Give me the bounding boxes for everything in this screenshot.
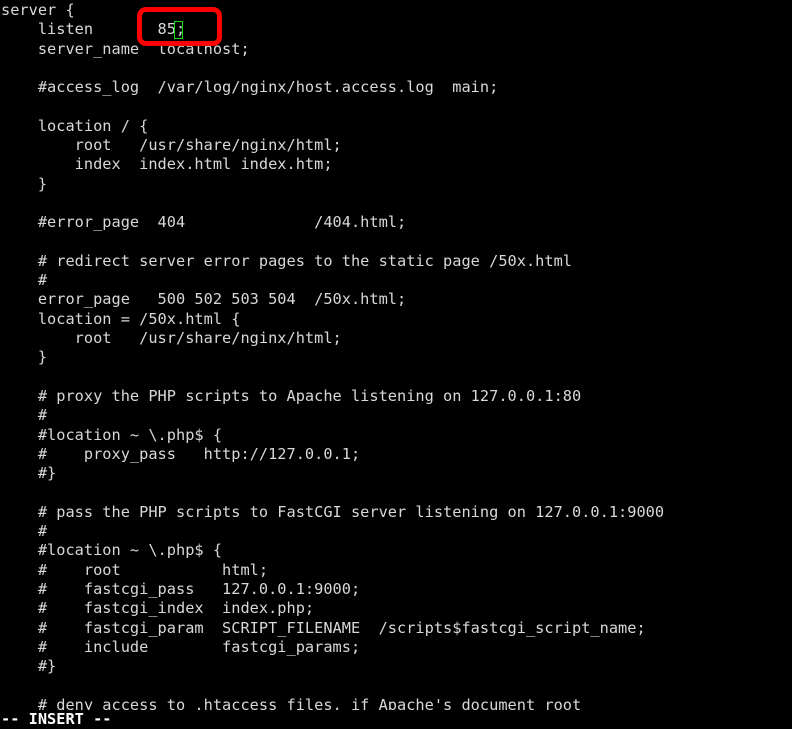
code-line: # include fastcgi_params; [1,637,361,656]
code-line: server { [1,1,75,19]
code-line: location = /50x.html { [1,309,241,328]
code-line: # [1,406,48,425]
vim-status-line: -- INSERT -- [0,710,792,729]
code-line: # root html; [1,560,269,579]
code-line: server_name localhost; [1,39,250,58]
code-line: listen 85; [1,20,186,39]
code-line: #location ~ \.php$ { [1,425,223,444]
code-line: # redirect server error pages to the sta… [1,251,572,270]
code-line: #access_log /var/log/nginx/host.access.l… [1,78,499,97]
code-line: } [1,348,48,367]
code-line: # [1,271,48,290]
vim-text-buffer[interactable]: server { listen 85; server_name localhos… [0,0,792,714]
code-line: index index.html index.htm; [1,155,333,174]
code-line: # fastcgi_param SCRIPT_FILENAME /scripts… [1,618,646,637]
code-line: root /usr/share/nginx/html; [1,329,342,348]
code-line: #} [1,657,57,676]
code-line: # [1,522,48,541]
code-line: # fastcgi_pass 127.0.0.1:9000; [1,579,361,598]
code-line: # fastcgi_index index.php; [1,599,315,618]
code-line: error_page 500 502 503 504 /50x.html; [1,290,407,309]
code-line: #error_page 404 /404.html; [1,213,407,232]
code-line: # pass the PHP scripts to FastCGI server… [1,502,665,521]
code-line: #} [1,464,57,483]
code-line: # proxy_pass http://127.0.0.1; [1,444,361,463]
code-line: root /usr/share/nginx/html; [1,136,342,155]
terminal-window[interactable]: server { listen 85; server_name localhos… [0,0,792,729]
code-line: #location ~ \.php$ { [1,541,223,560]
code-line: } [1,174,48,193]
code-line: location / { [1,116,149,135]
code-line: # proxy the PHP scripts to Apache listen… [1,386,582,405]
